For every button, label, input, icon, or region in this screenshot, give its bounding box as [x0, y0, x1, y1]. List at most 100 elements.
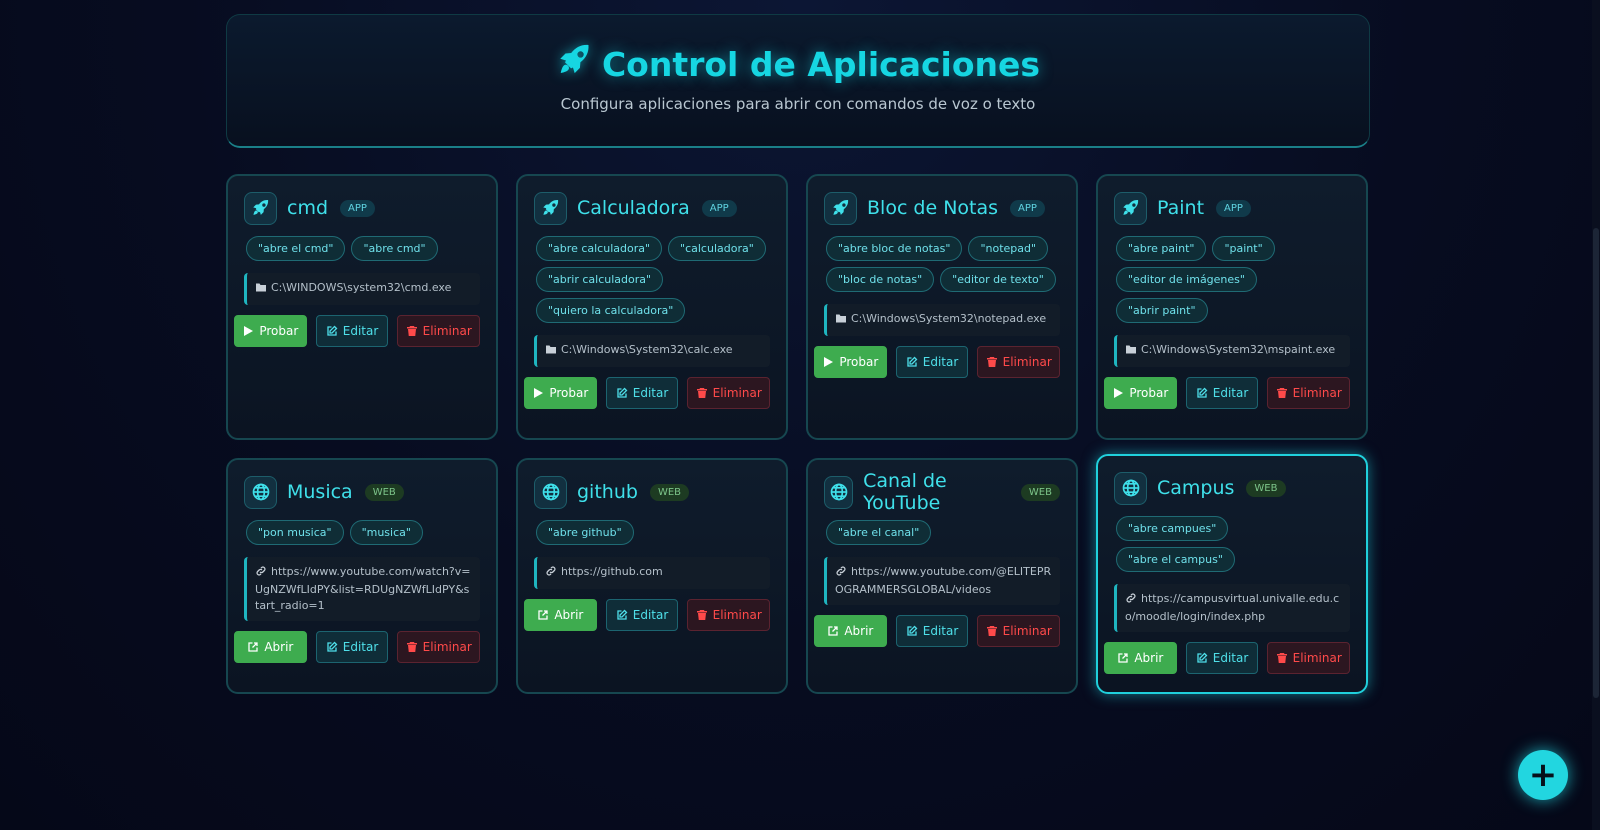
play-icon	[242, 325, 254, 337]
trash-icon	[986, 356, 998, 368]
button-label: Abrir	[1134, 651, 1164, 665]
folder-icon	[1125, 344, 1137, 360]
button-label: Eliminar	[422, 640, 472, 654]
test-button[interactable]: Probar	[814, 346, 887, 378]
edit-button[interactable]: Editar	[605, 599, 679, 631]
app-name: Campus	[1157, 477, 1235, 499]
edit-icon	[1196, 387, 1208, 399]
scrollbar-track[interactable]	[1592, 0, 1600, 830]
edit-icon	[326, 325, 338, 337]
target-text: C:\Windows\System32\mspaint.exe	[1141, 343, 1336, 356]
external-link-icon	[1117, 652, 1129, 664]
button-label: Probar	[1129, 386, 1169, 400]
delete-button[interactable]: Eliminar	[687, 377, 771, 409]
target-path: C:\Windows\System32\calc.exe	[534, 335, 770, 367]
card-header: cmd APP	[244, 191, 480, 225]
delete-button[interactable]: Eliminar	[1267, 642, 1351, 674]
edit-button[interactable]: Editar	[895, 615, 969, 647]
edit-icon	[326, 641, 338, 653]
target-path: C:\Windows\System32\notepad.exe	[824, 304, 1060, 336]
edit-button[interactable]: Editar	[1185, 642, 1259, 674]
command-tag: "abre github"	[536, 520, 634, 545]
app-name: Bloc de Notas	[867, 197, 999, 219]
test-button[interactable]: Probar	[234, 315, 307, 347]
command-tag: "bloc de notas"	[826, 267, 935, 292]
edit-button[interactable]: Editar	[1185, 377, 1259, 409]
app-name: cmd	[287, 197, 329, 219]
type-badge: APP	[340, 199, 375, 217]
command-tags: "abre el canal"	[824, 520, 1060, 545]
trash-icon	[406, 325, 418, 337]
button-label: Abrir	[264, 640, 294, 654]
type-badge: APP	[1216, 199, 1251, 217]
command-tags: "abre el cmd" "abre cmd"	[244, 236, 480, 261]
type-badge: APP	[1010, 199, 1045, 217]
button-label: Editar	[342, 640, 379, 654]
delete-button[interactable]: Eliminar	[977, 346, 1061, 378]
type-badge: WEB	[1246, 479, 1286, 497]
type-badge: APP	[701, 199, 737, 217]
card-header: Calculadora APP	[534, 191, 770, 225]
page-title: Control de Aplicaciones	[601, 44, 1041, 84]
globe-icon	[824, 475, 854, 509]
button-label: Abrir	[844, 624, 874, 638]
globe-icon	[534, 475, 567, 509]
app-card: Paint APP "abre paint" "paint" "editor de …	[1096, 174, 1368, 440]
delete-button[interactable]: Eliminar	[977, 615, 1061, 647]
command-tag: "calculadora"	[668, 236, 766, 261]
button-label: Probar	[259, 324, 299, 338]
card-actions: Abrir Editar Eliminar	[524, 599, 771, 631]
page-title-row: Control de Aplicaciones	[227, 41, 1369, 87]
open-button[interactable]: Abrir	[1104, 642, 1177, 674]
button-label: Eliminar	[1002, 624, 1052, 638]
delete-button[interactable]: Eliminar	[1267, 377, 1351, 409]
command-tag: "abre bloc de notas"	[826, 236, 963, 261]
edit-button[interactable]: Editar	[895, 346, 969, 378]
link-icon	[545, 565, 557, 582]
command-tags: "abre calculadora" "calculadora" "abrir ca…	[534, 236, 770, 323]
button-label: Eliminar	[712, 386, 762, 400]
command-tag: "abre el campus"	[1116, 547, 1235, 572]
open-button[interactable]: Abrir	[524, 599, 597, 631]
trash-icon	[406, 641, 418, 653]
app-card: github WEB "abre github" https://github.…	[516, 458, 788, 694]
link-icon	[835, 565, 847, 582]
card-actions: Probar Editar Eliminar	[234, 315, 481, 347]
button-label: Eliminar	[712, 608, 762, 622]
delete-button[interactable]: Eliminar	[687, 599, 771, 631]
card-actions: Abrir Editar Eliminar	[234, 631, 481, 663]
button-label: Editar	[632, 386, 669, 400]
edit-button[interactable]: Editar	[605, 377, 679, 409]
button-label: Eliminar	[1002, 355, 1052, 369]
test-button[interactable]: Probar	[1104, 377, 1177, 409]
target-path: C:\WINDOWS\system32\cmd.exe	[244, 273, 480, 305]
page-subtitle: Configura aplicaciones para abrir con co…	[560, 95, 1036, 113]
edit-button[interactable]: Editar	[315, 315, 389, 347]
app-card: Campus WEB "abre campues" "abre el campus…	[1096, 454, 1368, 694]
target-text: C:\Windows\System32\notepad.exe	[851, 312, 1047, 325]
app-card: Calculadora APP "abre calculadora" "calcu…	[516, 174, 788, 440]
command-tag: "abre cmd"	[351, 236, 438, 261]
button-label: Editar	[1212, 386, 1249, 400]
command-tag: "abrir calculadora"	[536, 267, 664, 292]
app-name: Canal de YouTube	[863, 470, 947, 514]
add-app-button[interactable]: +	[1518, 750, 1568, 800]
open-button[interactable]: Abrir	[234, 631, 307, 663]
command-tag: "notepad"	[968, 236, 1049, 261]
target-path: C:\Windows\System32\mspaint.exe	[1114, 335, 1350, 367]
delete-button[interactable]: Eliminar	[397, 631, 481, 663]
globe-icon	[1114, 471, 1147, 505]
app-name: github	[577, 481, 638, 503]
edit-icon	[1196, 652, 1208, 664]
edit-button[interactable]: Editar	[315, 631, 389, 663]
card-actions: Probar Editar Eliminar	[524, 377, 771, 409]
button-label: Eliminar	[1292, 651, 1342, 665]
button-label: Eliminar	[1292, 386, 1342, 400]
scrollbar-thumb[interactable]	[1593, 228, 1599, 698]
card-actions: Abrir Editar Eliminar	[814, 615, 1061, 647]
delete-button[interactable]: Eliminar	[397, 315, 481, 347]
card-header: Campus WEB	[1114, 471, 1350, 505]
card-header: Canal de YouTube WEB	[824, 470, 1060, 514]
open-button[interactable]: Abrir	[814, 615, 887, 647]
test-button[interactable]: Probar	[524, 377, 597, 409]
